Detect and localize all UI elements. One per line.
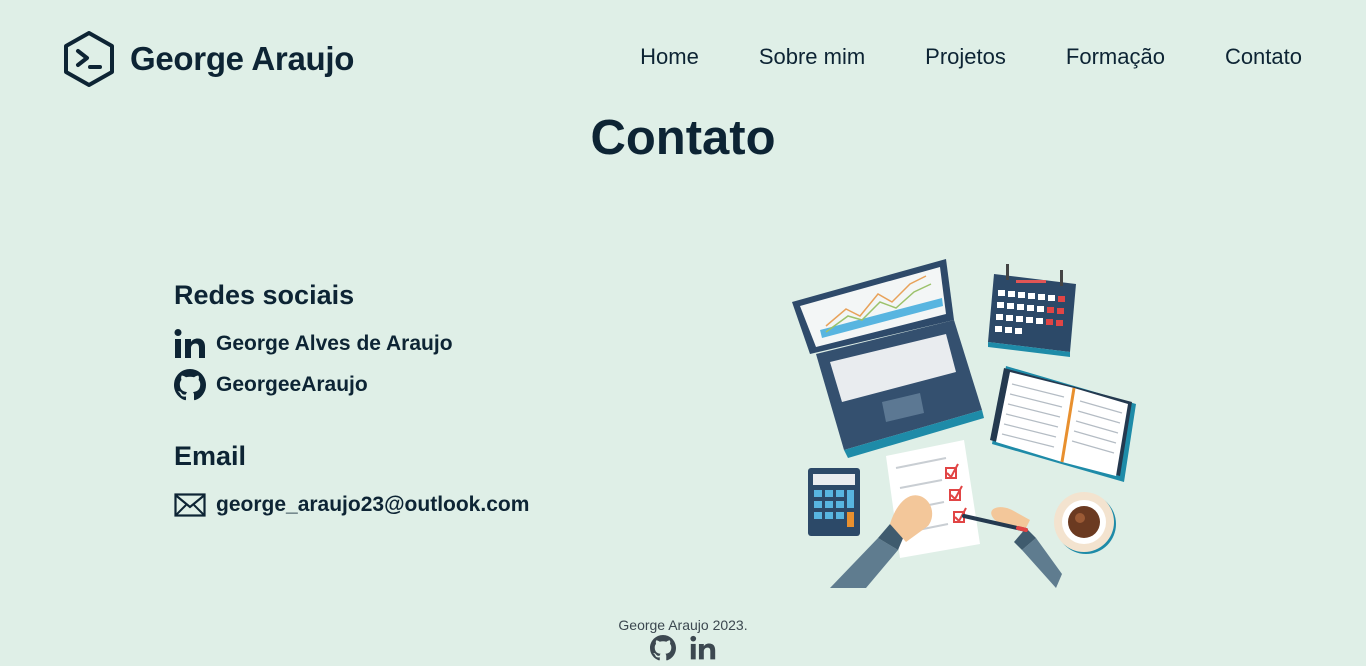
github-icon bbox=[174, 368, 206, 401]
nav-formacao[interactable]: Formação bbox=[1066, 44, 1165, 70]
nav-projetos[interactable]: Projetos bbox=[925, 44, 1006, 70]
nav-home[interactable]: Home bbox=[640, 44, 699, 70]
workspace-illustration bbox=[792, 259, 1136, 588]
email-link[interactable]: george_araujo23@outlook.com bbox=[174, 484, 734, 525]
main-nav: Home Sobre mim Projetos Formação Contato bbox=[640, 44, 1302, 70]
social-heading: Redes sociais bbox=[174, 280, 355, 310]
footer-social bbox=[0, 635, 1366, 661]
brand-logo[interactable]: George Araujo bbox=[63, 31, 354, 87]
page-title: Contato bbox=[590, 111, 776, 165]
laptop-illustration bbox=[792, 259, 984, 458]
linkedin-label: George Alves de Araujo bbox=[216, 331, 453, 355]
linkedin-icon bbox=[174, 328, 206, 360]
nav-sobre-mim[interactable]: Sobre mim bbox=[759, 44, 865, 70]
coffee-cup-illustration bbox=[1054, 492, 1116, 554]
footer-github-icon[interactable] bbox=[650, 635, 676, 661]
linkedin-link[interactable]: George Alves de Araujo bbox=[174, 323, 734, 364]
email-section: Email george_araujo23@outlook.com bbox=[174, 441, 734, 525]
github-link[interactable]: GeorgeeAraujo bbox=[174, 364, 734, 405]
calculator-illustration bbox=[808, 468, 860, 536]
brand-name: George Araujo bbox=[130, 40, 355, 77]
notebook-illustration bbox=[990, 366, 1136, 482]
calendar-illustration bbox=[988, 264, 1076, 357]
site-header: George Araujo Home Sobre mim Projetos Fo… bbox=[0, 0, 1366, 118]
site-footer: George Araujo 2023. bbox=[0, 617, 1366, 661]
email-address: george_araujo23@outlook.com bbox=[216, 492, 530, 516]
envelope-icon bbox=[174, 489, 206, 521]
terminal-hexagon-icon bbox=[64, 31, 114, 87]
nav-contato[interactable]: Contato bbox=[1225, 44, 1302, 70]
footer-copyright: George Araujo 2023. bbox=[618, 617, 748, 633]
contact-info: Redes sociais George Alves de Araujo Geo… bbox=[174, 280, 734, 525]
email-heading: Email bbox=[174, 441, 247, 471]
github-label: GeorgeeAraujo bbox=[216, 372, 368, 396]
footer-linkedin-icon[interactable] bbox=[690, 635, 716, 661]
